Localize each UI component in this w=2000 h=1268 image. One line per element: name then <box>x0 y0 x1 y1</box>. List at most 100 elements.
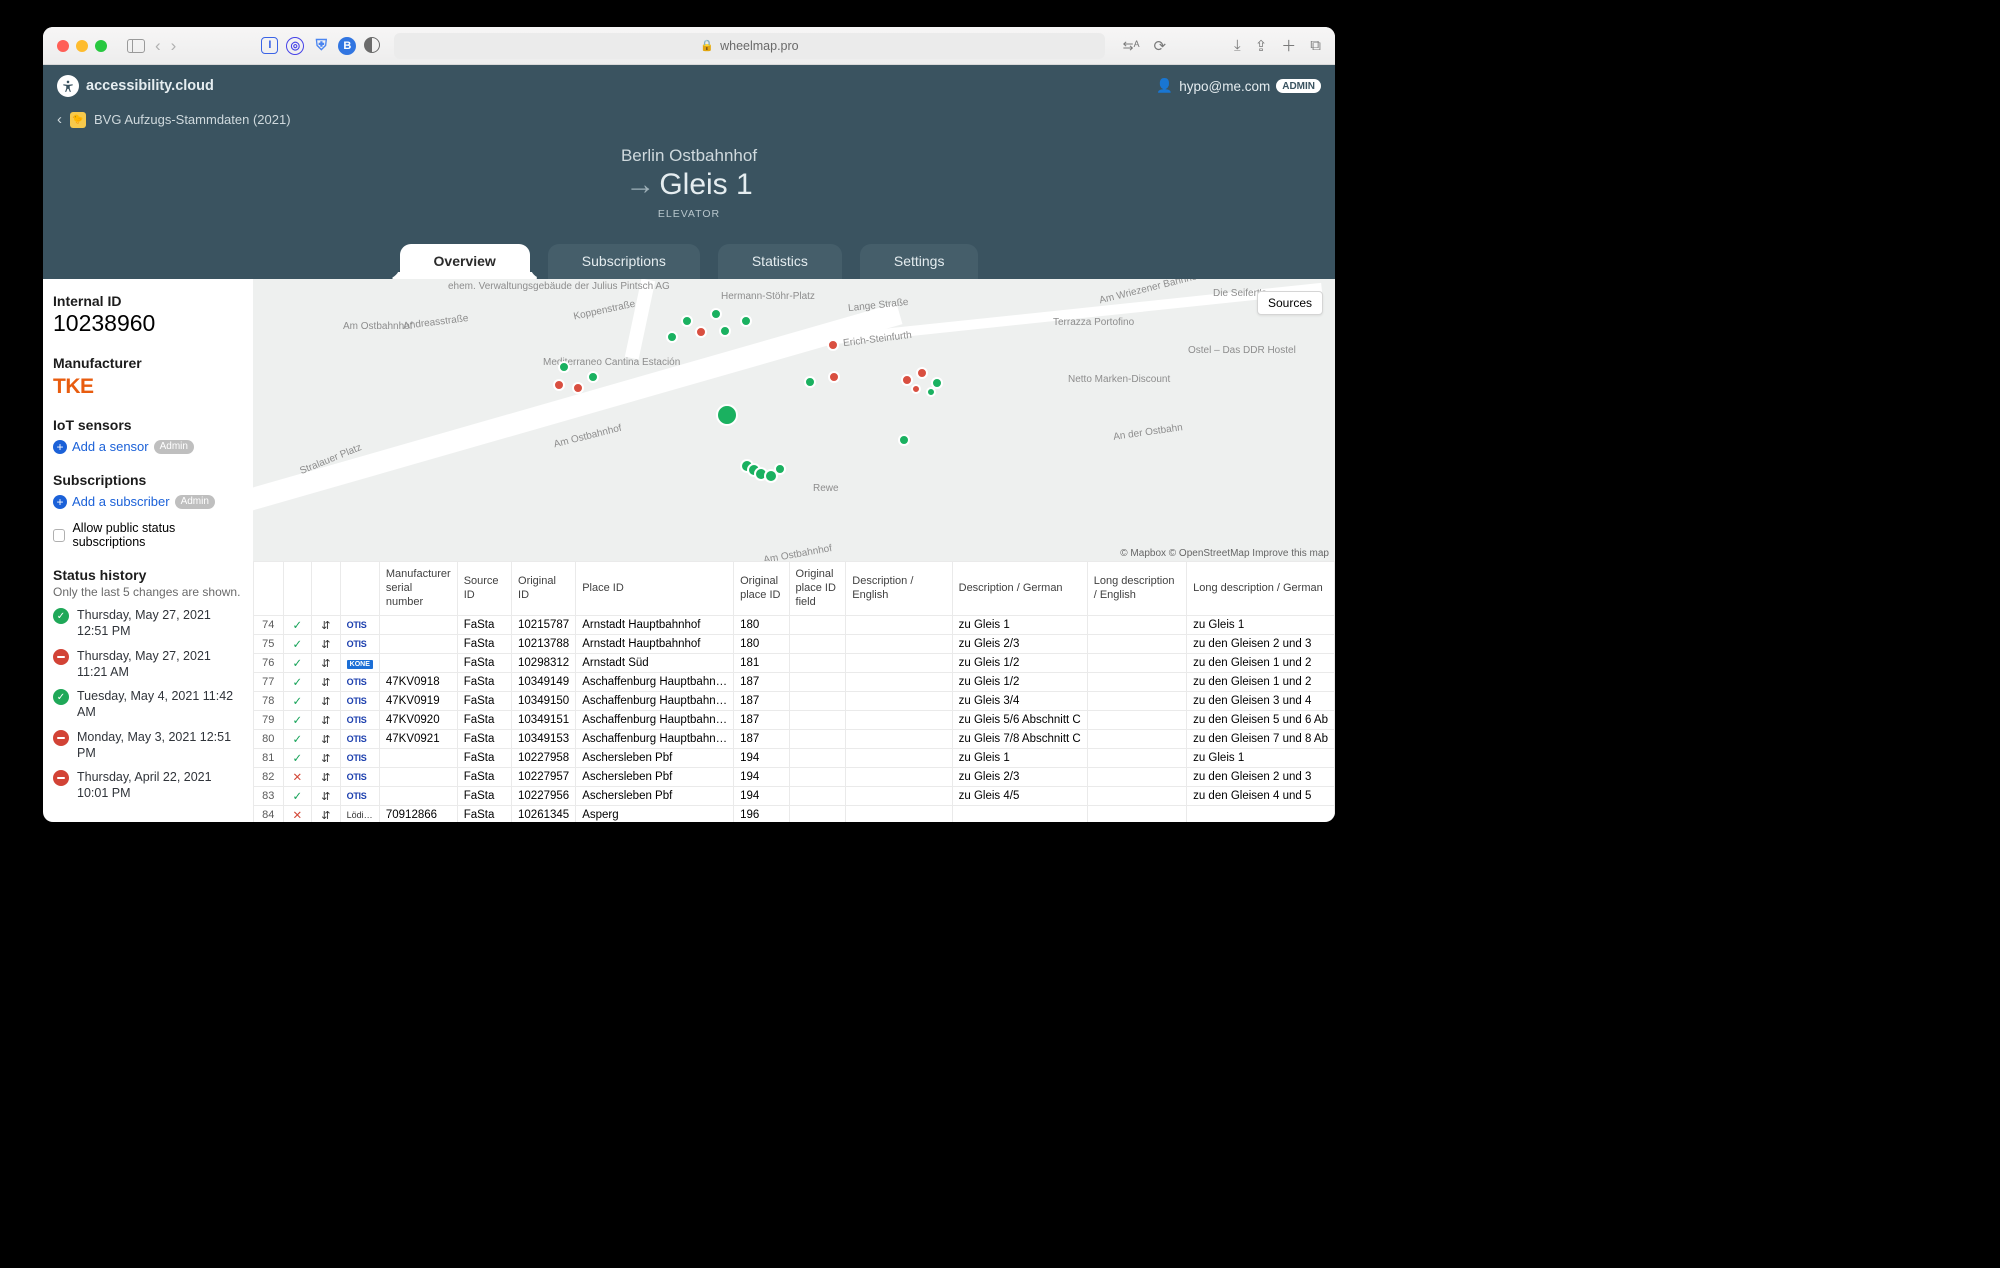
user-menu[interactable]: 👤 hypo@me.com ADMIN <box>1156 78 1321 94</box>
manufacturer-logo: OTIS <box>340 692 379 711</box>
th-long-en[interactable]: Long description / English <box>1087 562 1186 616</box>
admin-pill: Admin <box>175 495 215 509</box>
breadcrumb[interactable]: ‹ 🐤 BVG Aufzugs-Stammdaten (2021) <box>57 111 1321 128</box>
tab-overview[interactable]: Overview <box>400 244 530 279</box>
map-attribution[interactable]: © Mapbox © OpenStreetMap Improve this ma… <box>1120 548 1329 559</box>
table-row[interactable]: 80✓⇵OTIS47KV0921FaSta10349153Aschaffenbu… <box>254 730 1335 749</box>
translate-icon[interactable]: ⇆ᴬ <box>1123 38 1140 54</box>
map-marker[interactable] <box>804 376 816 388</box>
status-ok-icon: ✓ <box>283 654 312 673</box>
map-marker[interactable] <box>695 326 707 338</box>
lock-icon: 🔒 <box>700 39 714 52</box>
th-orig-place-id-field[interactable]: Original place ID field <box>789 562 846 616</box>
window-controls[interactable] <box>57 40 107 52</box>
map-label: Hermann-Stöhr-Platz <box>721 291 815 302</box>
table-row[interactable]: 83✓⇵OTISFaSta10227956Aschersleben Pbf194… <box>254 787 1335 806</box>
table-row[interactable]: 75✓⇵OTISFaSta10213788Arnstadt Hauptbahnh… <box>254 635 1335 654</box>
map-label: Terrazza Portofino <box>1053 317 1134 328</box>
history-item[interactable]: Monday, May 3, 2021 12:51 PM <box>53 729 243 762</box>
tab-statistics[interactable]: Statistics <box>718 244 842 279</box>
map-marker[interactable] <box>553 379 565 391</box>
back-button[interactable]: ‹ <box>155 36 161 56</box>
add-subscriber-button[interactable]: + Add a subscriber Admin <box>53 494 243 509</box>
map-marker[interactable] <box>716 404 738 426</box>
table-row[interactable]: 79✓⇵OTIS47KV0920FaSta10349151Aschaffenbu… <box>254 711 1335 730</box>
history-item[interactable]: Thursday, April 22, 2021 10:01 PM <box>53 769 243 802</box>
minimize-window-icon[interactable] <box>76 40 88 52</box>
add-sensor-button[interactable]: + Add a sensor Admin <box>53 439 243 454</box>
map-marker[interactable] <box>572 382 584 394</box>
th-source-id[interactable]: Source ID <box>457 562 511 616</box>
admin-pill: Admin <box>154 440 194 454</box>
iot-sensors-label: IoT sensors <box>53 417 243 433</box>
th-orig-place-id[interactable]: Original place ID <box>734 562 789 616</box>
map-marker[interactable] <box>774 463 786 475</box>
map-marker[interactable] <box>587 371 599 383</box>
history-timestamp: Tuesday, May 4, 2021 11:42 AM <box>77 688 243 721</box>
table-row[interactable]: 78✓⇵OTIS47KV0919FaSta10349150Aschaffenbu… <box>254 692 1335 711</box>
download-icon[interactable]: ⤓ <box>1234 37 1241 54</box>
th-place-id[interactable]: Place ID <box>576 562 734 616</box>
map-marker[interactable] <box>916 367 928 379</box>
data-table[interactable]: Manufacturer serial number Source ID Ori… <box>253 561 1335 822</box>
th-long-de[interactable]: Long description / German <box>1187 562 1335 616</box>
manufacturer-logo: OTIS <box>340 768 379 787</box>
tab-settings[interactable]: Settings <box>860 244 979 279</box>
sources-button[interactable]: Sources <box>1257 291 1323 315</box>
manufacturer-logo: OTIS <box>340 635 379 654</box>
map-marker[interactable] <box>827 339 839 351</box>
table-row[interactable]: 81✓⇵OTISFaSta10227958Aschersleben Pbf194… <box>254 749 1335 768</box>
tabs-icon[interactable]: ⧉ <box>1310 37 1321 54</box>
th-desc-en[interactable]: Description / English <box>846 562 952 616</box>
table-row[interactable]: 77✓⇵OTIS47KV0918FaSta10349149Aschaffenbu… <box>254 673 1335 692</box>
map-marker[interactable] <box>926 387 936 397</box>
table-row[interactable]: 76✓⇵KONEFaSta10298312Arnstadt Süd181zu G… <box>254 654 1335 673</box>
close-window-icon[interactable] <box>57 40 69 52</box>
map[interactable]: Am OstbahnhofAndreasstraßeStralauer Plat… <box>253 279 1335 561</box>
history-timestamp: Thursday, May 27, 2021 12:51 PM <box>77 607 243 640</box>
forward-button[interactable]: › <box>171 36 177 56</box>
th-desc-de[interactable]: Description / German <box>952 562 1087 616</box>
table-row[interactable]: 84✕⇵Lödi…70912866FaSta10261345Asperg196 <box>254 806 1335 822</box>
privacy-icon[interactable] <box>364 37 380 53</box>
map-marker[interactable] <box>710 308 722 320</box>
app-logo[interactable]: accessibility.cloud <box>57 75 214 97</box>
table-row[interactable]: 74✓⇵OTISFaSta10215787Arnstadt Hauptbahnh… <box>254 616 1335 635</box>
map-marker[interactable] <box>828 371 840 383</box>
map-label: ehem. Verwaltungsgebäude der Julius Pint… <box>448 281 670 292</box>
allow-public-checkbox[interactable]: Allow public status subscriptions <box>53 521 243 549</box>
tab-subscriptions[interactable]: Subscriptions <box>548 244 700 279</box>
map-marker[interactable] <box>898 434 910 446</box>
reload-icon[interactable]: ⟳ <box>1153 37 1166 55</box>
map-marker[interactable] <box>901 374 913 386</box>
map-marker[interactable] <box>911 384 921 394</box>
th-mfg-sn[interactable]: Manufacturer serial number <box>379 562 457 616</box>
sidebar-toggle-icon[interactable] <box>127 39 145 53</box>
table-row[interactable]: 82✕⇵OTISFaSta10227957Aschersleben Pbf194… <box>254 768 1335 787</box>
map-label: Am Ostbahnhof <box>763 543 833 561</box>
shield-icon[interactable]: ⛨ <box>312 37 330 55</box>
share-icon[interactable]: ⇪ <box>1255 37 1268 55</box>
checkbox-icon <box>53 529 65 542</box>
map-marker[interactable] <box>719 325 731 337</box>
map-label: Am Ostbahnhof <box>553 423 623 450</box>
extension-icon[interactable]: I <box>261 37 278 54</box>
elevator-icon: ⇵ <box>312 616 340 635</box>
map-marker[interactable] <box>681 315 693 327</box>
url-bar[interactable]: 🔒 wheelmap.pro <box>394 33 1104 59</box>
arrow-right-icon: → <box>625 168 655 201</box>
map-marker[interactable] <box>558 361 570 373</box>
history-item[interactable]: Tuesday, May 4, 2021 11:42 AM <box>53 688 243 721</box>
manufacturer-label: Manufacturer <box>53 355 243 371</box>
map-marker[interactable] <box>666 331 678 343</box>
map-marker[interactable] <box>740 315 752 327</box>
history-item[interactable]: Thursday, May 27, 2021 11:21 AM <box>53 648 243 681</box>
extension-icon[interactable]: B <box>338 37 356 55</box>
maximize-window-icon[interactable] <box>95 40 107 52</box>
extension-icon[interactable]: ◎ <box>286 37 304 55</box>
history-item[interactable]: Thursday, May 27, 2021 12:51 PM <box>53 607 243 640</box>
th-original-id[interactable]: Original ID <box>512 562 576 616</box>
new-tab-icon[interactable]: ＋ <box>1281 35 1296 56</box>
sidebar: Internal ID 10238960 Manufacturer TKE Io… <box>43 279 253 822</box>
status-ok-icon: ✓ <box>283 635 312 654</box>
